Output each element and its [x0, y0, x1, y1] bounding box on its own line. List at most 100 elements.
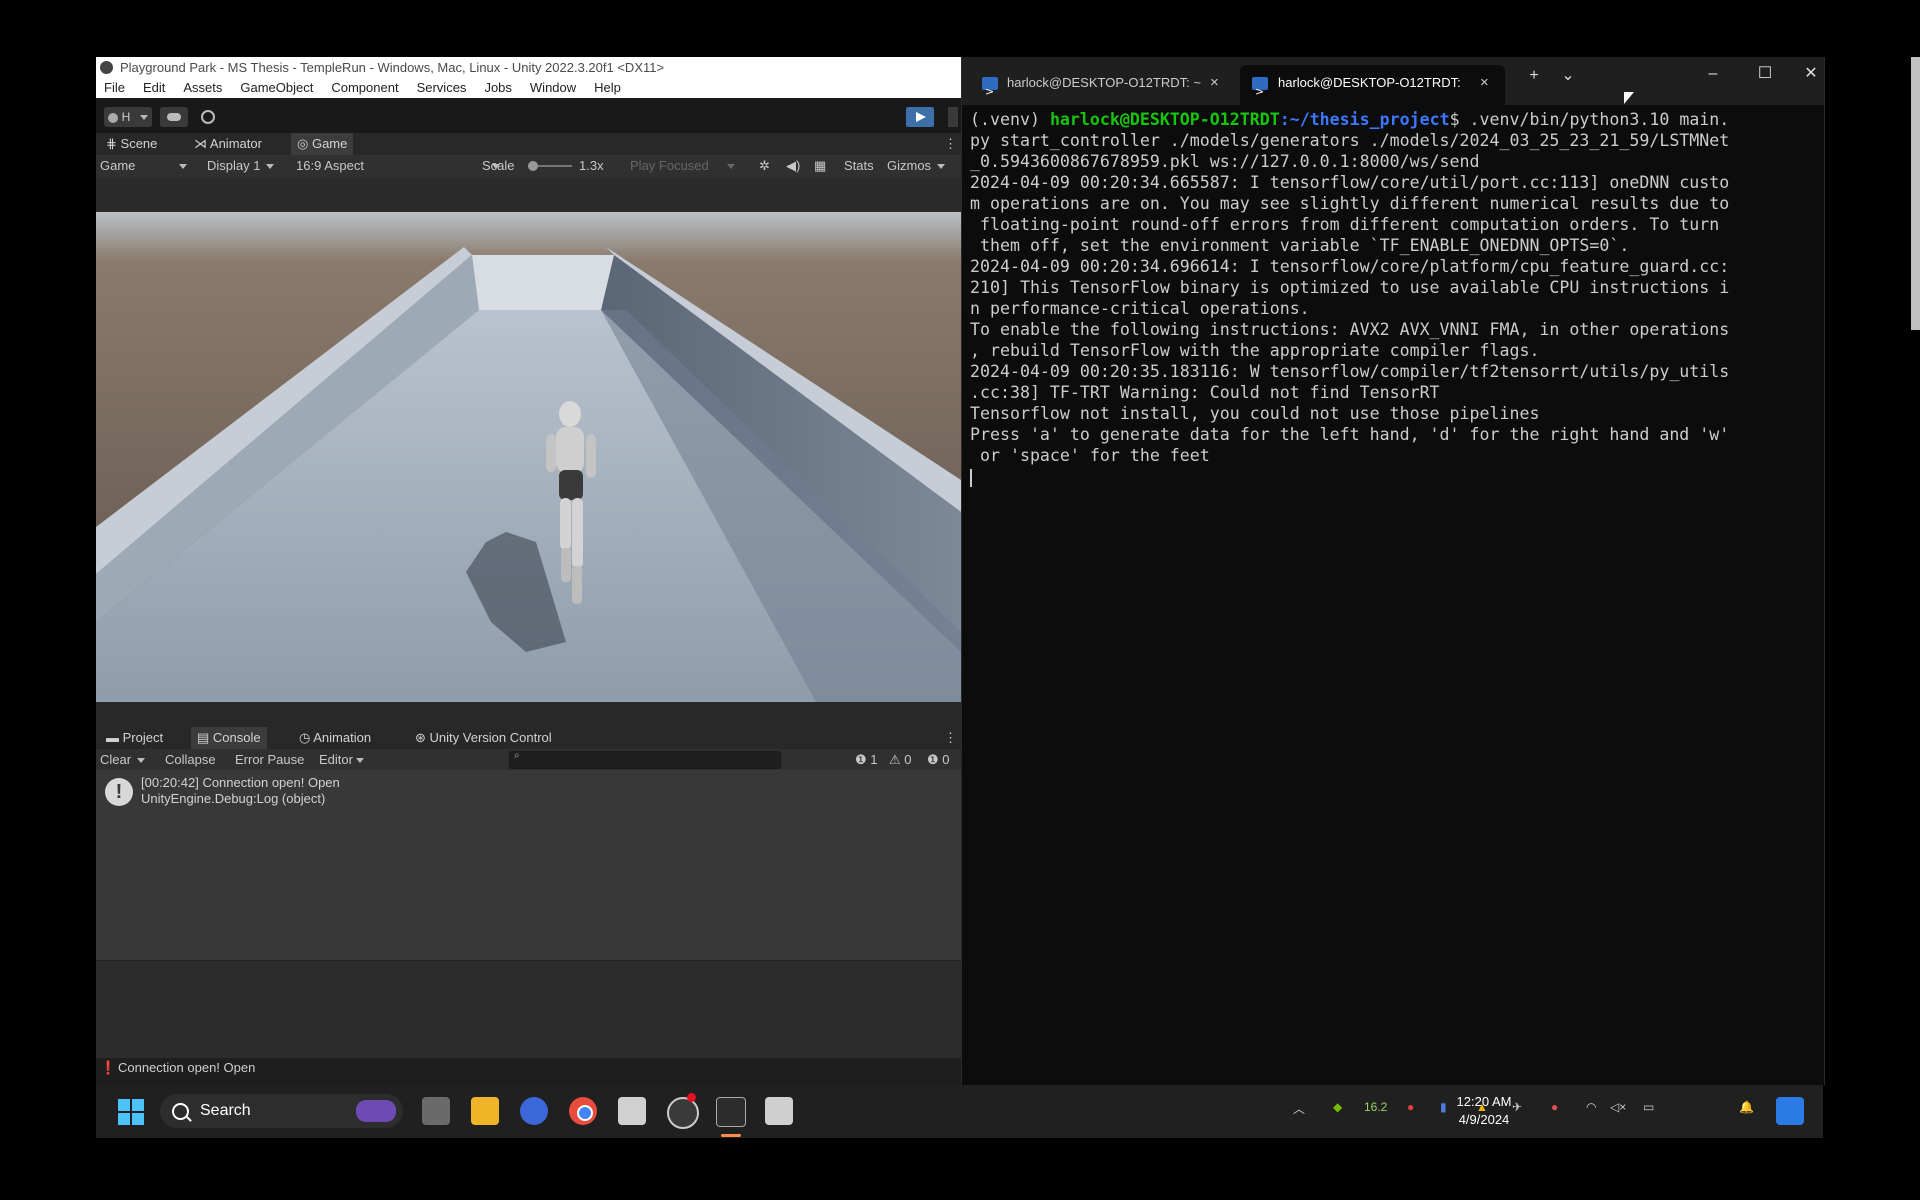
menu-window[interactable]: Window: [530, 78, 576, 98]
menu-gameobject[interactable]: GameObject: [240, 78, 313, 98]
task-view-icon[interactable]: [422, 1097, 450, 1125]
unity-hub-icon[interactable]: [618, 1097, 646, 1125]
bug-icon[interactable]: ✲: [759, 155, 770, 177]
game-view[interactable]: [96, 212, 961, 702]
minimize-icon[interactable]: –: [1693, 65, 1733, 83]
console-entry[interactable]: ! [00:20:42] Connection open! Open Unity…: [96, 770, 961, 812]
tab-animator[interactable]: ⋊ Animator: [188, 133, 268, 155]
status-bar: ❗ Connection open! Open: [96, 1058, 961, 1085]
unity-editor-taskbar-icon[interactable]: [765, 1097, 793, 1125]
prompt-user: harlock@DESKTOP-O12TRDT: [1049, 110, 1280, 129]
menu-assets[interactable]: Assets: [183, 78, 222, 98]
powershell-icon: [1252, 74, 1268, 110]
menu-jobs[interactable]: Jobs: [484, 78, 511, 98]
play-button[interactable]: [906, 107, 934, 127]
scale-slider-handle[interactable]: [528, 161, 538, 171]
windows-start-icon[interactable]: [118, 1099, 144, 1125]
speaker-muted-icon[interactable]: ◁×: [1610, 1100, 1626, 1114]
version-control-icon: ⊛: [415, 730, 426, 745]
chrome-icon[interactable]: [569, 1097, 597, 1125]
scale-slider[interactable]: [528, 161, 572, 171]
play-focused-dropdown[interactable]: Play Focused: [630, 155, 735, 177]
back-wall: [472, 255, 614, 310]
close-tab-icon[interactable]: ×: [1480, 65, 1489, 101]
terminal-line: 2024-04-09 00:20:34.696614: I tensorflow…: [970, 257, 1730, 276]
clear-button[interactable]: Clear: [100, 749, 146, 770]
tab-scene[interactable]: ⋕ Scene: [100, 133, 163, 155]
keyboard-icon[interactable]: ▦: [814, 155, 826, 177]
menu-file[interactable]: File: [104, 78, 125, 98]
account-dropdown[interactable]: H: [104, 107, 152, 127]
warning-count-toggle[interactable]: ⚠ 0: [889, 749, 912, 770]
terminal-output[interactable]: (.venv) harlock@DESKTOP-O12TRDT:~/thesis…: [970, 109, 1820, 1069]
battery-icon[interactable]: ▭: [1643, 1100, 1654, 1114]
tab-unity-version-control[interactable]: ⊛ Unity Version Control: [409, 727, 558, 749]
terminal-line: py start_controller ./models/generators …: [970, 131, 1730, 150]
notifications-icon[interactable]: 🔔: [1739, 1100, 1754, 1114]
tab-dropdown-icon[interactable]: ⌄: [1548, 65, 1588, 85]
error-count-toggle[interactable]: ❶ 0: [927, 749, 950, 770]
more-options-icon[interactable]: ⋮: [938, 727, 961, 749]
terminal-titlebar: harlock@DESKTOP-O12TRDT: ~ × harlock@DES…: [962, 57, 1824, 110]
game-scene: [96, 212, 961, 702]
gizmos-dropdown[interactable]: Gizmos: [887, 155, 946, 177]
unity-logo-icon: [100, 61, 113, 74]
gpu-temp-indicator[interactable]: 16.2: [1364, 1100, 1387, 1114]
display-dropdown[interactable]: Display 1: [207, 155, 275, 177]
wifi-icon[interactable]: ◠: [1586, 1100, 1596, 1114]
console-search-input[interactable]: ⌕: [509, 750, 781, 769]
tab-animation[interactable]: ◷ Animation: [293, 727, 377, 749]
menu-help[interactable]: Help: [594, 78, 621, 98]
cloud-button[interactable]: [160, 107, 188, 127]
editor-dropdown[interactable]: Editor: [319, 749, 364, 770]
app-tray-icon[interactable]: ●: [1407, 1100, 1414, 1114]
account-label: H: [121, 110, 131, 124]
tab-project[interactable]: ▬ Project: [100, 727, 169, 749]
pause-button[interactable]: [948, 107, 958, 127]
microphone-icon[interactable]: ●: [1551, 1100, 1558, 1114]
photos-app-icon[interactable]: [520, 1097, 548, 1125]
terminal-line: Press 'a' to generate data for the left …: [970, 425, 1730, 444]
terminal-taskbar-icon[interactable]: [716, 1097, 746, 1137]
terminal-tab-2[interactable]: harlock@DESKTOP-O12TRDT: ×: [1240, 65, 1505, 110]
nvidia-icon[interactable]: ◆: [1333, 1100, 1342, 1114]
obs-icon[interactable]: [667, 1093, 699, 1129]
gear-icon: [201, 110, 215, 124]
search-icon: [172, 1103, 189, 1120]
info-icon: ❗: [100, 1060, 117, 1075]
search-label: Search: [200, 1102, 251, 1119]
taskbar-clock[interactable]: 12:20 AM 4/9/2024: [1449, 1093, 1519, 1129]
menu-component[interactable]: Component: [331, 78, 398, 98]
close-tab-icon[interactable]: ×: [1210, 65, 1219, 101]
menu-edit[interactable]: Edit: [143, 78, 165, 98]
collapse-button[interactable]: Collapse: [165, 749, 216, 770]
more-options-icon[interactable]: ⋮: [938, 133, 961, 155]
maximize-icon[interactable]: ☐: [1745, 63, 1785, 83]
file-explorer-icon[interactable]: [471, 1097, 499, 1125]
tab-console[interactable]: ▤ Console: [191, 727, 267, 749]
close-window-icon[interactable]: ✕: [1797, 63, 1824, 83]
bottom-panel-tabs: ▬ Project ▤ Console ◷ Animation ⊛ Unity …: [96, 727, 961, 749]
chevron-up-icon[interactable]: ︿: [1293, 1100, 1305, 1117]
taskbar-search[interactable]: Search: [160, 1094, 403, 1128]
collab-button[interactable]: [197, 107, 219, 127]
unity-window-title: Playground Park - MS Thesis - TempleRun …: [120, 60, 665, 75]
game-mode-dropdown[interactable]: Game: [100, 155, 188, 177]
unity-toolbar: H: [96, 98, 961, 133]
cloud-icon: [167, 113, 181, 121]
speaker-icon[interactable]: ◀): [786, 155, 800, 177]
terminal-tab-1[interactable]: harlock@DESKTOP-O12TRDT: ~ ×: [962, 65, 1234, 110]
tab-game[interactable]: ◎ Game: [291, 133, 354, 155]
monitor-tray-icon[interactable]: ▮: [1440, 1100, 1447, 1114]
unity-titlebar: Playground Park - MS Thesis - TempleRun …: [96, 57, 961, 78]
aspect-dropdown[interactable]: 16:9 Aspect: [296, 155, 500, 177]
terminal-line: 2024-04-09 00:20:34.665587: I tensorflow…: [970, 173, 1730, 192]
folder-icon: ▬: [106, 730, 119, 745]
scale-value: 1.3x: [579, 158, 604, 173]
log-count-toggle[interactable]: ❶ 1: [855, 749, 878, 770]
terminal-line: To enable the following instructions: AV…: [970, 320, 1730, 339]
copilot-icon[interactable]: [1776, 1097, 1804, 1125]
error-pause-button[interactable]: Error Pause: [235, 749, 304, 770]
menu-services[interactable]: Services: [417, 78, 467, 98]
stats-button[interactable]: Stats: [844, 155, 874, 177]
